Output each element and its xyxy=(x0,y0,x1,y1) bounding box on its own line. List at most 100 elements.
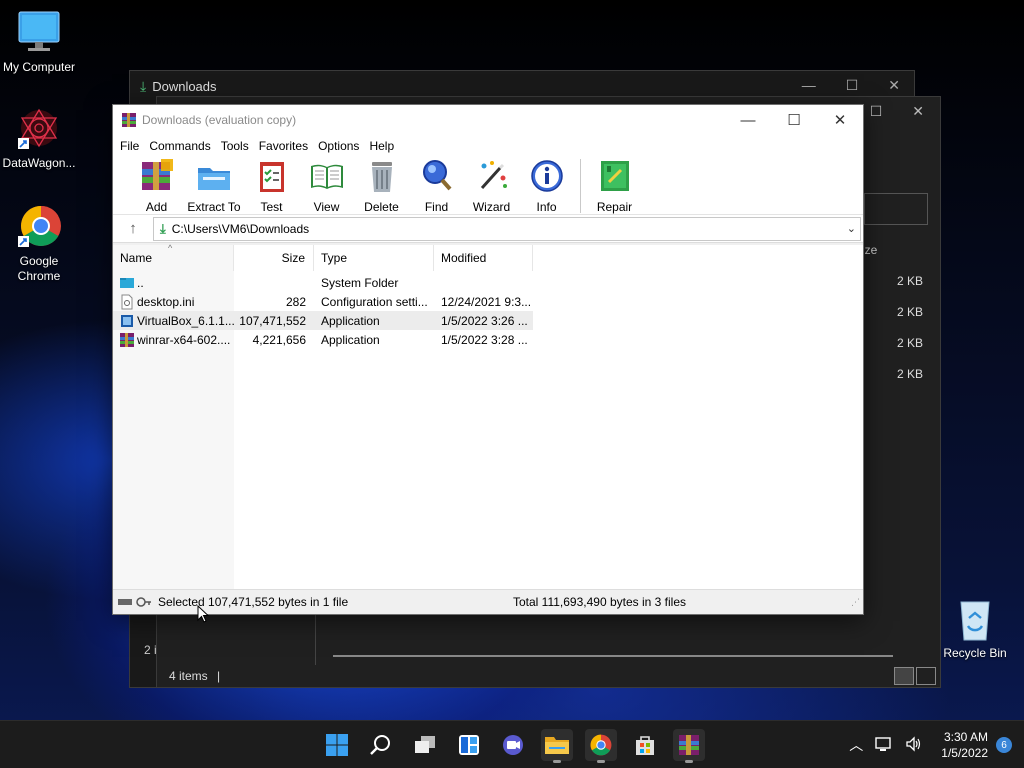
winrar-app-icon xyxy=(122,113,136,127)
store-button[interactable] xyxy=(629,729,661,761)
chat-icon xyxy=(503,735,523,755)
minimize-button[interactable]: — xyxy=(802,77,816,94)
add-button[interactable]: Add xyxy=(129,157,184,214)
magnifier-icon xyxy=(422,160,451,191)
find-button[interactable]: Find xyxy=(409,157,464,214)
delete-button[interactable]: Delete xyxy=(354,157,409,214)
search-button[interactable] xyxy=(365,729,397,761)
clock-time: 3:30 AM xyxy=(943,730,988,744)
download-arrow-icon: ⤓ xyxy=(140,77,147,94)
winrar-taskbar-button[interactable] xyxy=(673,729,705,763)
folder-icon xyxy=(545,737,569,754)
up-arrow-icon[interactable]: ↑ xyxy=(113,220,153,237)
menu-file[interactable]: File xyxy=(115,139,144,153)
winrar-app-icon xyxy=(679,735,699,755)
wizard-label: Wizard xyxy=(472,200,511,214)
chat-button[interactable] xyxy=(497,729,529,761)
magic-wand-icon xyxy=(480,161,507,190)
maximize-button[interactable]: ☐ xyxy=(846,77,859,94)
details-view-button[interactable] xyxy=(894,667,914,685)
column-header-size[interactable]: Size xyxy=(234,245,314,271)
close-button[interactable]: ✕ xyxy=(888,77,900,94)
key-icon xyxy=(136,597,151,607)
explorer-status-partial: 2 i xyxy=(144,643,157,657)
explorer-size-cell: 2 KB xyxy=(897,336,924,350)
view-book-icon xyxy=(310,164,343,189)
menu-commands[interactable]: Commands xyxy=(144,139,215,153)
winrar-title-bar[interactable]: Downloads (evaluation copy) — ☐ ✕ xyxy=(113,105,863,135)
file-row-winrar[interactable]: winrar-x64-602.... 4,221,656 Application… xyxy=(113,330,533,349)
resize-grip-icon[interactable]: ⋰ xyxy=(851,597,861,608)
file-row-virtualbox[interactable]: VirtualBox_6.1.1... 107,471,552 Applicat… xyxy=(113,311,533,330)
desktop-icon-my-computer[interactable]: My Computer xyxy=(0,10,78,75)
chrome-icon xyxy=(590,734,612,756)
chevron-up-icon[interactable]: ︿ xyxy=(849,735,863,755)
datawagon-icon xyxy=(16,106,62,152)
clock-date: 1/5/2022 xyxy=(941,746,988,760)
sort-arrow-icon: ^ xyxy=(168,243,173,253)
widgets-button[interactable] xyxy=(453,729,485,761)
file-row-desktop-ini[interactable]: desktop.ini 282 Configuration setti... 1… xyxy=(113,292,533,311)
address-field[interactable]: ⤓ C:\Users\VM6\Downloads ⌄ xyxy=(153,216,861,241)
drive-icon xyxy=(118,599,132,605)
maximize-button[interactable]: ☐ xyxy=(870,103,883,120)
menu-options[interactable]: Options xyxy=(313,139,364,153)
extract-to-button[interactable]: Extract To xyxy=(184,157,244,214)
explorer-caption-buttons: ☐ ✕ xyxy=(870,103,924,120)
explorer-search-box[interactable] xyxy=(864,193,928,225)
task-view-button[interactable] xyxy=(409,729,441,761)
extract-to-label: Extract To xyxy=(187,200,241,214)
start-button[interactable] xyxy=(321,729,353,761)
file-explorer-taskbar-button[interactable] xyxy=(541,729,573,763)
info-label: Info xyxy=(536,200,557,214)
toolbar-separator xyxy=(580,159,581,213)
desktop-icon-label: Recycle Bin xyxy=(943,646,1007,660)
winrar-status-bar: Selected 107,471,552 bytes in 1 file Tot… xyxy=(113,589,863,614)
explorer-size-column-header[interactable]: ize xyxy=(862,243,877,257)
mouse-cursor-icon xyxy=(197,605,209,623)
repair-kit-icon xyxy=(600,161,629,191)
winrar-file-icon xyxy=(120,332,134,347)
clock[interactable]: 3:30 AM 1/5/2022 xyxy=(941,729,988,761)
volume-icon[interactable] xyxy=(905,735,923,755)
test-label: Test xyxy=(260,200,283,214)
desktop-icon-recycle-bin[interactable]: Recycle Bin xyxy=(936,596,1014,661)
explorer-horizontal-scrollbar[interactable] xyxy=(333,655,893,657)
explorer-size-cell: 2 KB xyxy=(897,305,924,319)
tiles-view-button[interactable] xyxy=(916,667,936,685)
minimize-button[interactable]: — xyxy=(725,105,771,135)
file-row-parent[interactable]: .. System Folder xyxy=(113,273,533,292)
close-button[interactable]: ✕ xyxy=(912,103,924,120)
wizard-button[interactable]: Wizard xyxy=(464,157,519,214)
notification-badge[interactable]: 6 xyxy=(996,737,1012,753)
menu-tools[interactable]: Tools xyxy=(216,139,254,153)
column-header-type[interactable]: Type xyxy=(314,245,434,271)
column-header-name[interactable]: ^ Name xyxy=(113,243,234,271)
taskbar: ︿ 3:30 AM 1/5/2022 6 xyxy=(0,720,1024,768)
widgets-icon xyxy=(459,735,479,755)
desktop-icon-datawagon[interactable]: DataWagon... xyxy=(0,106,78,171)
chevron-down-icon[interactable]: ⌄ xyxy=(847,222,856,235)
chrome-taskbar-button[interactable] xyxy=(585,729,617,763)
view-label: View xyxy=(313,200,340,214)
test-button[interactable]: Test xyxy=(244,157,299,214)
info-button[interactable]: Info xyxy=(519,157,574,214)
maximize-button[interactable]: ☐ xyxy=(771,105,817,135)
file-list[interactable]: ^ Name Size Type Modified .. System Fold… xyxy=(113,243,863,590)
ini-file-icon xyxy=(121,294,133,309)
column-header-modified[interactable]: Modified xyxy=(434,245,533,271)
repair-button[interactable]: Repair xyxy=(587,157,642,214)
desktop-icon-label: DataWagon... xyxy=(2,156,76,170)
virtualbox-file-icon xyxy=(121,314,133,327)
status-total: Total 111,693,490 bytes in 3 files xyxy=(513,595,687,609)
desktop-icon-google-chrome[interactable]: Google Chrome xyxy=(0,204,78,284)
column-header-row: ^ Name Size Type Modified xyxy=(113,243,863,271)
network-icon[interactable] xyxy=(875,736,893,755)
explorer-size-list: 2 KB 2 KB 2 KB 2 KB xyxy=(897,274,923,398)
view-button[interactable]: View xyxy=(299,157,354,214)
close-button[interactable]: ✕ xyxy=(817,105,863,135)
winrar-window[interactable]: Downloads (evaluation copy) — ☐ ✕ File C… xyxy=(112,104,864,615)
test-clipboard-icon xyxy=(259,162,284,192)
menu-help[interactable]: Help xyxy=(364,139,399,153)
menu-favorites[interactable]: Favorites xyxy=(254,139,313,153)
